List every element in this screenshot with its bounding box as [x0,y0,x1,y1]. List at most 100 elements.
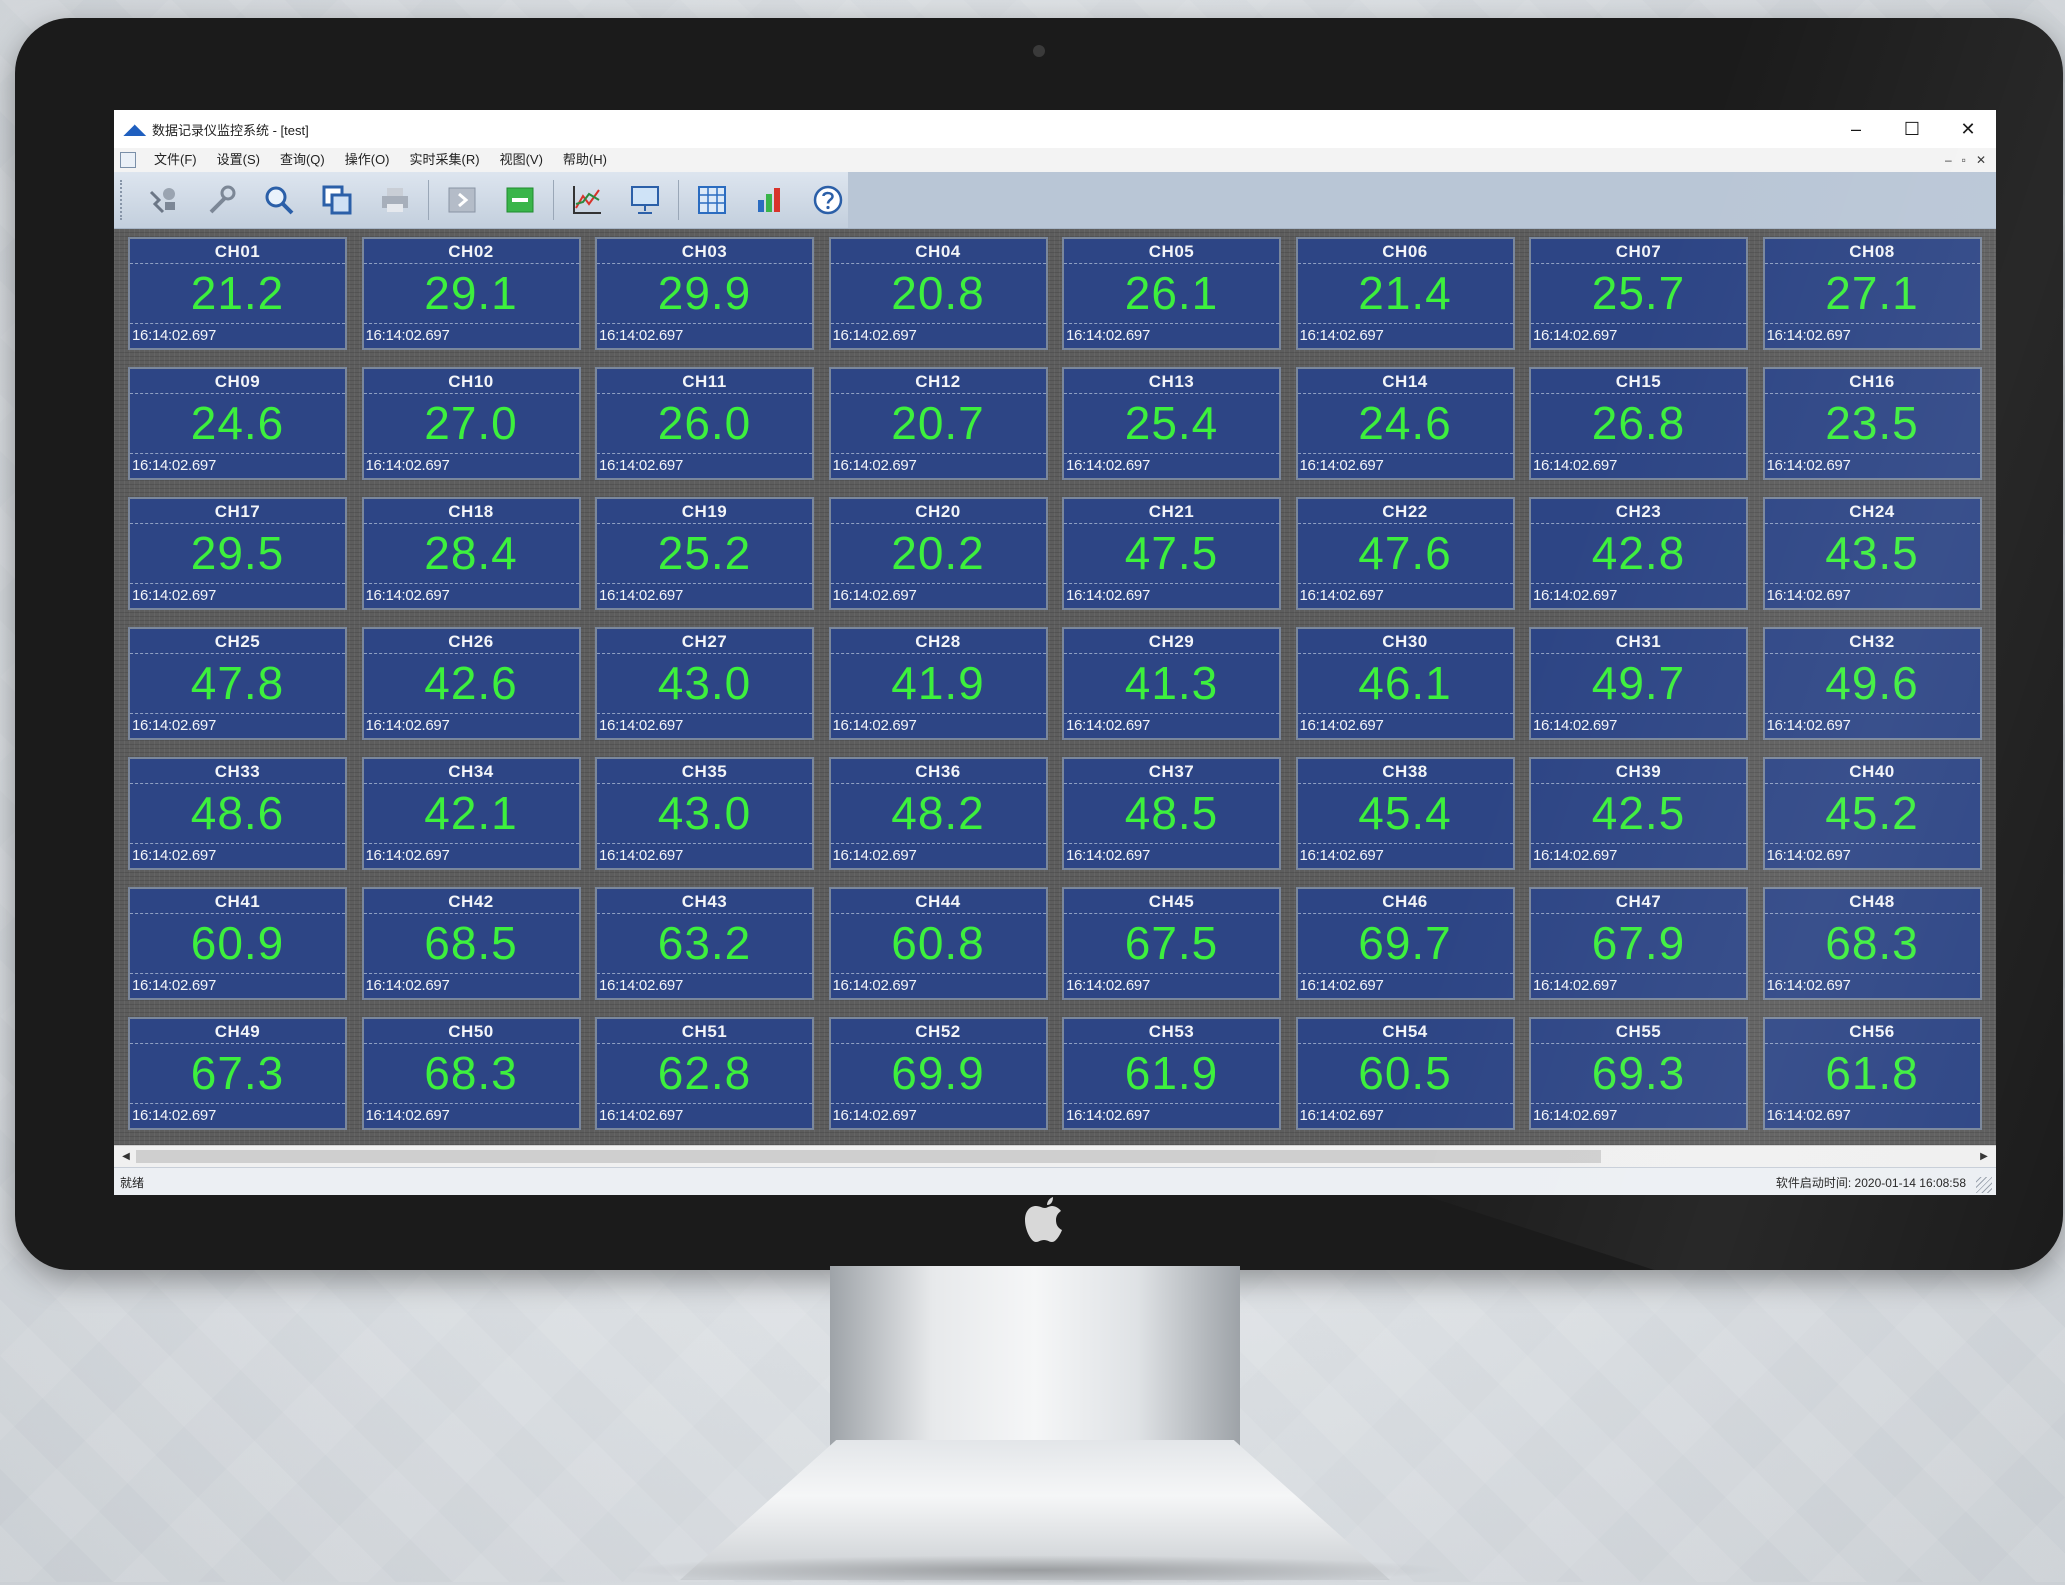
channel-tile[interactable]: CH23 42.8 16:14:02.697 [1529,497,1748,610]
channel-tile[interactable]: CH55 69.3 16:14:02.697 [1529,1017,1748,1130]
play-button[interactable] [433,177,491,223]
connect-button[interactable] [134,177,192,223]
copy-button[interactable] [308,177,366,223]
channel-tile[interactable]: CH22 47.6 16:14:02.697 [1295,497,1515,610]
channel-tile[interactable]: CH04 20.8 16:14:02.697 [828,237,1048,350]
channel-tile[interactable]: CH54 60.5 16:14:02.697 [1295,1017,1515,1130]
channel-tile[interactable]: CH12 20.7 16:14:02.697 [828,367,1048,480]
channel-tile[interactable]: CH51 62.8 16:14:02.697 [595,1017,814,1130]
channel-tile[interactable]: CH35 43.0 16:14:02.697 [595,757,814,870]
channel-tile[interactable]: CH06 21.4 16:14:02.697 [1295,237,1515,350]
menu-query[interactable]: 查询(Q) [270,148,335,172]
channel-tile[interactable]: CH15 26.8 16:14:02.697 [1529,367,1748,480]
channel-name: CH37 [1064,761,1279,784]
resize-grip[interactable] [1976,1177,1992,1193]
monitor-button[interactable] [616,177,674,223]
table-icon [698,186,726,214]
channel-tile[interactable]: CH05 26.1 16:14:02.697 [1062,237,1281,350]
horizontal-scrollbar[interactable]: ◀ ▶ [114,1145,1996,1168]
mdi-restore-button[interactable]: ▫ [1962,153,1966,167]
channel-tile[interactable]: CH53 61.9 16:14:02.697 [1062,1017,1281,1130]
channel-tile[interactable]: CH56 61.8 16:14:02.697 [1762,1017,1982,1130]
channel-name: CH19 [597,501,812,524]
channel-tile[interactable]: CH48 68.3 16:14:02.697 [1762,887,1982,1000]
channel-tile[interactable]: CH02 29.1 16:14:02.697 [361,237,581,350]
print-button[interactable] [366,177,424,223]
tools-button[interactable] [192,177,250,223]
channel-timestamp: 16:14:02.697 [1531,1103,1746,1128]
channel-tile[interactable]: CH31 49.7 16:14:02.697 [1529,627,1748,740]
channel-tile[interactable]: CH01 21.2 16:14:02.697 [128,237,347,350]
scroll-left-button[interactable]: ◀ [116,1146,136,1168]
channel-tile[interactable]: CH40 45.2 16:14:02.697 [1762,757,1982,870]
channel-tile[interactable]: CH46 69.7 16:14:02.697 [1295,887,1515,1000]
menu-file[interactable]: 文件(F) [144,148,207,172]
channel-tile[interactable]: CH28 41.9 16:14:02.697 [828,627,1048,740]
minimize-button[interactable]: – [1828,110,1884,148]
toolbar-grip[interactable] [120,180,126,220]
menu-view[interactable]: 视图(V) [490,148,553,172]
channel-tile[interactable]: CH43 63.2 16:14:02.697 [595,887,814,1000]
channel-tile[interactable]: CH19 25.2 16:14:02.697 [595,497,814,610]
menu-settings[interactable]: 设置(S) [207,148,270,172]
channel-name: CH30 [1297,631,1513,654]
channel-tile[interactable]: CH08 27.1 16:14:02.697 [1762,237,1982,350]
channel-tile[interactable]: CH16 23.5 16:14:02.697 [1762,367,1982,480]
channel-tile[interactable]: CH30 46.1 16:14:02.697 [1295,627,1515,740]
mdi-close-button[interactable]: ✕ [1976,153,1986,167]
channel-tile[interactable]: CH17 29.5 16:14:02.697 [128,497,347,610]
bar-chart-button[interactable] [741,177,799,223]
channel-tile[interactable]: CH37 48.5 16:14:02.697 [1062,757,1281,870]
mdi-minimize-button[interactable]: – [1945,153,1952,167]
channel-tile[interactable]: CH50 68.3 16:14:02.697 [361,1017,581,1130]
channel-tile[interactable]: CH07 25.7 16:14:02.697 [1529,237,1748,350]
channel-tile[interactable]: CH47 67.9 16:14:02.697 [1529,887,1748,1000]
stop-button[interactable] [491,177,549,223]
channel-tile[interactable]: CH27 43.0 16:14:02.697 [595,627,814,740]
channel-tile[interactable]: CH45 67.5 16:14:02.697 [1062,887,1281,1000]
table-button[interactable] [683,177,741,223]
channel-tile[interactable]: CH09 24.6 16:14:02.697 [128,367,347,480]
channel-value: 67.3 [190,1047,285,1099]
channel-tile[interactable]: CH11 26.0 16:14:02.697 [595,367,814,480]
channel-tile[interactable]: CH49 67.3 16:14:02.697 [128,1017,347,1130]
channel-tile[interactable]: CH29 41.3 16:14:02.697 [1062,627,1281,740]
channel-tile[interactable]: CH10 27.0 16:14:02.697 [361,367,581,480]
scroll-right-button[interactable]: ▶ [1974,1146,1994,1168]
channel-tile[interactable]: CH32 49.6 16:14:02.697 [1762,627,1982,740]
channel-tile[interactable]: CH20 20.2 16:14:02.697 [828,497,1048,610]
channel-tile[interactable]: CH41 60.9 16:14:02.697 [128,887,347,1000]
channel-tile[interactable]: CH34 42.1 16:14:02.697 [361,757,581,870]
maximize-button[interactable]: ☐ [1884,110,1940,148]
channel-timestamp: 16:14:02.697 [597,1103,812,1128]
channel-tile[interactable]: CH18 28.4 16:14:02.697 [361,497,581,610]
channel-name: CH39 [1531,761,1746,784]
menu-operation[interactable]: 操作(O) [335,148,400,172]
channel-timestamp: 16:14:02.697 [597,323,812,348]
channel-tile[interactable]: CH42 68.5 16:14:02.697 [361,887,581,1000]
scroll-thumb[interactable] [136,1150,1601,1163]
channel-tile[interactable]: CH33 48.6 16:14:02.697 [128,757,347,870]
channel-tile[interactable]: CH36 48.2 16:14:02.697 [828,757,1048,870]
channel-tile[interactable]: CH14 24.6 16:14:02.697 [1295,367,1515,480]
channel-tile[interactable]: CH21 47.5 16:14:02.697 [1062,497,1281,610]
menu-realtime[interactable]: 实时采集(R) [400,148,490,172]
channel-tile[interactable]: CH26 42.6 16:14:02.697 [361,627,581,740]
channel-tile[interactable]: CH13 25.4 16:14:02.697 [1062,367,1281,480]
channel-tile[interactable]: CH52 69.9 16:14:02.697 [828,1017,1048,1130]
channel-tile[interactable]: CH38 45.4 16:14:02.697 [1295,757,1515,870]
document-icon[interactable] [120,152,136,168]
channel-tile[interactable]: CH03 29.9 16:14:02.697 [595,237,814,350]
help-icon [813,185,843,215]
channel-name: CH35 [597,761,812,784]
channel-timestamp: 16:14:02.697 [1064,843,1279,868]
curve-chart-button[interactable] [558,177,616,223]
close-button[interactable]: ✕ [1940,110,1996,148]
channel-tile[interactable]: CH24 43.5 16:14:02.697 [1762,497,1982,610]
menu-help[interactable]: 帮助(H) [553,148,617,172]
monitor-bezel: ◢◣ 数据记录仪监控系统 - [test] – ☐ ✕ 文件(F) 设置(S) … [15,18,2063,1270]
search-button[interactable] [250,177,308,223]
channel-tile[interactable]: CH39 42.5 16:14:02.697 [1529,757,1748,870]
channel-tile[interactable]: CH44 60.8 16:14:02.697 [828,887,1048,1000]
channel-tile[interactable]: CH25 47.8 16:14:02.697 [128,627,347,740]
